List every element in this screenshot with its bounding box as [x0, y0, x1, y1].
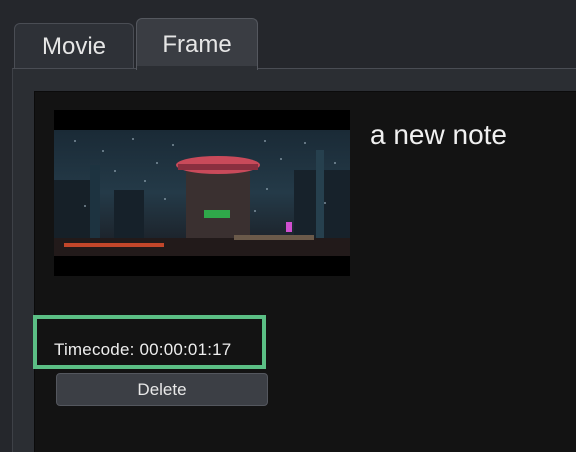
tab-movie-label: Movie	[41, 32, 107, 60]
tab-movie[interactable]: Movie	[14, 23, 134, 69]
frame-thumbnail-image	[54, 110, 350, 276]
delete-button[interactable]: Delete	[56, 373, 268, 406]
note-text[interactable]: a new note	[370, 119, 507, 151]
tab-frame-label: Frame	[162, 30, 232, 58]
active-tab-joiner	[137, 66, 257, 72]
frame-thumbnail	[54, 110, 350, 276]
frame-notes-window: Movie Frame a new note Timecode: 00:00:0…	[0, 0, 576, 452]
timecode-label: Timecode: 00:00:01:17	[54, 340, 232, 359]
tab-frame[interactable]: Frame	[136, 18, 258, 70]
